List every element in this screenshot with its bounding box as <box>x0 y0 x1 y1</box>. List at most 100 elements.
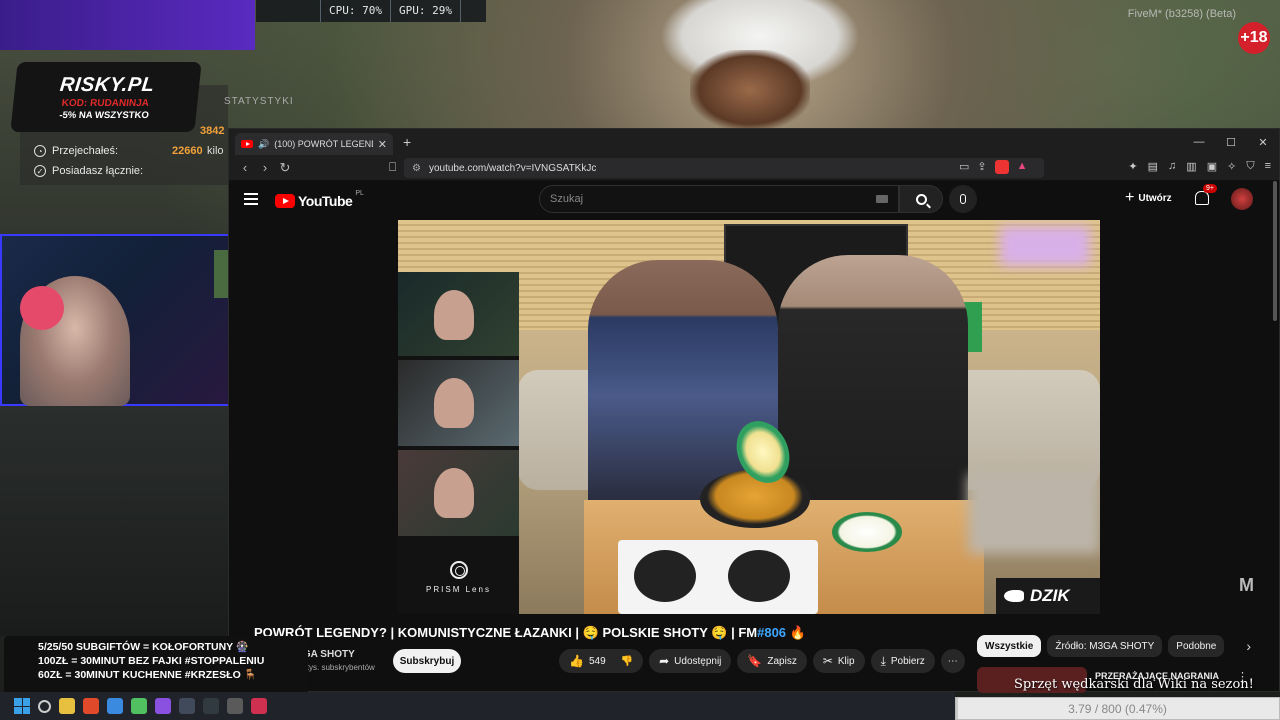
search-icon <box>915 193 927 205</box>
cast-icon[interactable]: ▭ <box>959 160 969 174</box>
channel-watermark-icon[interactable]: M <box>1239 575 1254 596</box>
donation-progress-bar: 3.79 / 800 (0.47%) <box>955 697 1280 720</box>
hashtag-link[interactable]: #806 <box>757 625 786 640</box>
participant-cams: PRISM Lens <box>398 272 519 614</box>
url-field[interactable]: ⚙ youtube.com/watch?v=IVNGSATKkJc <box>404 158 1044 178</box>
keyboard-icon[interactable] <box>876 195 888 203</box>
new-tab-icon[interactable]: + <box>403 134 411 150</box>
notifications-bell-icon[interactable] <box>1195 191 1209 205</box>
video-player[interactable]: PRISM Lens DZIK <box>398 220 1100 614</box>
donation-progress-label: 3.79 / 800 (0.47%) <box>1068 702 1167 716</box>
tab-youtube[interactable]: 🔊 (100) POWRÓT LEGENDY? | K ✕ <box>235 133 393 155</box>
goal-line: 5/25/50 SUBGIFTÓW = KOŁOFORTUNY 🎡 <box>38 641 249 653</box>
app-taskbar-icon[interactable] <box>203 698 219 714</box>
participant <box>434 378 474 428</box>
create-button[interactable]: + Utwórz <box>1125 189 1172 207</box>
stats-title: STATYSTYKI <box>224 96 294 107</box>
address-icons: ▭ ⇪ ▲ <box>959 160 1028 174</box>
share-label: Udostępnij <box>674 655 722 667</box>
prism-label: PRISM Lens <box>426 584 491 594</box>
hamburger-menu-icon[interactable] <box>244 193 258 205</box>
video-title: POWRÓT LEGENDY? | KOMUNISTYCZNE ŁAZANKI … <box>254 625 806 641</box>
thumbs-up-icon: 👍 <box>569 654 584 668</box>
chevron-right-icon[interactable]: › <box>1246 638 1251 654</box>
blurred-overlay <box>1000 226 1090 266</box>
extensions-icon[interactable]: ✦ <box>1128 160 1137 173</box>
app-taskbar-icon[interactable] <box>251 698 267 714</box>
prism-lens-watermark: PRISM Lens <box>398 540 519 614</box>
tab-title: (100) POWRÓT LEGENDY? | K <box>274 139 373 149</box>
video-actions: 👍 549 👎 ➦ Udostępnij 🔖 Zapisz ✂ Klip ⤓ P… <box>559 649 965 673</box>
chip-source[interactable]: Źródło: M3GA SHOTY <box>1047 635 1163 657</box>
bookmark-icon[interactable]: ⎕ <box>389 160 396 175</box>
share-icon[interactable]: ⇪ <box>977 160 986 174</box>
avatar[interactable] <box>1231 188 1253 210</box>
rewards-icon[interactable]: ▲ <box>1017 160 1028 174</box>
taskbar-search-icon[interactable] <box>38 699 51 713</box>
like-button[interactable]: 👍 549 👎 <box>559 649 644 673</box>
region-code: PL <box>355 190 364 197</box>
window-controls: — ☐ ✕ <box>1183 129 1279 155</box>
wallet-icon[interactable]: ▣ <box>1207 160 1217 173</box>
forward-icon[interactable]: › <box>255 160 275 175</box>
close-window-button[interactable]: ✕ <box>1247 136 1279 149</box>
app-taskbar-icon[interactable] <box>227 698 243 714</box>
chip-all[interactable]: Wszystkie <box>977 635 1042 657</box>
windows-start-icon[interactable] <box>14 698 30 714</box>
maximize-button[interactable]: ☐ <box>1215 136 1247 149</box>
browser-taskbar-icon[interactable] <box>83 698 99 714</box>
plate <box>832 512 902 552</box>
page-scrollbar[interactable] <box>1273 181 1277 321</box>
media-icon[interactable]: ♫ <box>1168 160 1176 173</box>
brand-label: DZIK <box>1030 586 1070 605</box>
shield-icon[interactable] <box>994 160 1009 174</box>
reload-icon[interactable]: ↻ <box>275 160 295 176</box>
chip-related[interactable]: Podobne <box>1168 635 1225 657</box>
microphone-icon <box>960 194 966 204</box>
like-count: 549 <box>588 655 606 667</box>
leo-icon[interactable]: ✧ <box>1227 160 1236 173</box>
app-taskbar-icon[interactable] <box>107 698 123 714</box>
file-explorer-icon[interactable] <box>59 698 75 714</box>
stream-overlay-bar <box>0 0 255 50</box>
search-input[interactable]: Szukaj <box>539 185 899 213</box>
prism-icon <box>449 560 468 579</box>
sidebar-icon[interactable]: ▤ <box>1148 160 1158 173</box>
participant-cam <box>398 360 519 446</box>
stat-value-distance: 22660 <box>172 145 203 157</box>
download-button[interactable]: ⤓ Pobierz <box>870 649 935 673</box>
voice-search-button[interactable] <box>949 185 977 213</box>
video-title-text: POWRÓT LEGENDY? | KOMUNISTYCZNE ŁAZANKI … <box>254 625 758 640</box>
panel-icon[interactable]: ▥ <box>1186 160 1196 173</box>
sub-goals-overlay: 5/25/50 SUBGIFTÓW = KOŁOFORTUNY 🎡 100ZŁ … <box>4 636 308 696</box>
stat-row-total: ✓ Posiadasz łącznie: <box>34 165 143 177</box>
taskbar <box>0 692 955 720</box>
address-bar-row: ‹ › ↻ ⎕ ⚙ youtube.com/watch?v=IVNGSATKkJ… <box>229 155 1279 181</box>
speedometer-icon: ◔ <box>34 145 46 157</box>
more-actions-button[interactable]: ⋯ <box>940 649 965 673</box>
minimize-button[interactable]: — <box>1183 136 1215 148</box>
back-icon[interactable]: ‹ <box>235 160 255 175</box>
save-button[interactable]: 🔖 Zapisz <box>737 649 807 673</box>
save-label: Zapisz <box>767 655 797 667</box>
app-taskbar-icon[interactable] <box>179 698 195 714</box>
app-taskbar-icon[interactable] <box>131 698 147 714</box>
clip-button[interactable]: ✂ Klip <box>812 649 865 673</box>
blurred-overlay <box>968 474 1100 554</box>
search-button[interactable] <box>899 185 943 213</box>
youtube-logo[interactable]: YouTube PL <box>275 190 364 209</box>
menu-icon[interactable]: ≡ <box>1265 160 1271 173</box>
vpn-icon[interactable]: ⛉ <box>1246 160 1254 173</box>
brand-watermark: DZIK <box>996 578 1100 614</box>
app-taskbar-icon[interactable] <box>155 698 171 714</box>
subscribe-button[interactable]: Subskrybuj <box>393 649 461 673</box>
site-settings-icon[interactable]: ⚙ <box>412 163 421 174</box>
game-scene-left <box>0 406 228 636</box>
thumbs-down-icon[interactable]: 👎 <box>621 656 633 667</box>
scissors-icon: ✂ <box>822 654 833 668</box>
clip-label: Klip <box>837 655 855 667</box>
plus-icon: + <box>1125 189 1135 206</box>
close-tab-icon[interactable]: ✕ <box>378 138 387 151</box>
cpu-usage: CPU: 70% <box>321 0 391 22</box>
share-button[interactable]: ➦ Udostępnij <box>649 649 732 673</box>
